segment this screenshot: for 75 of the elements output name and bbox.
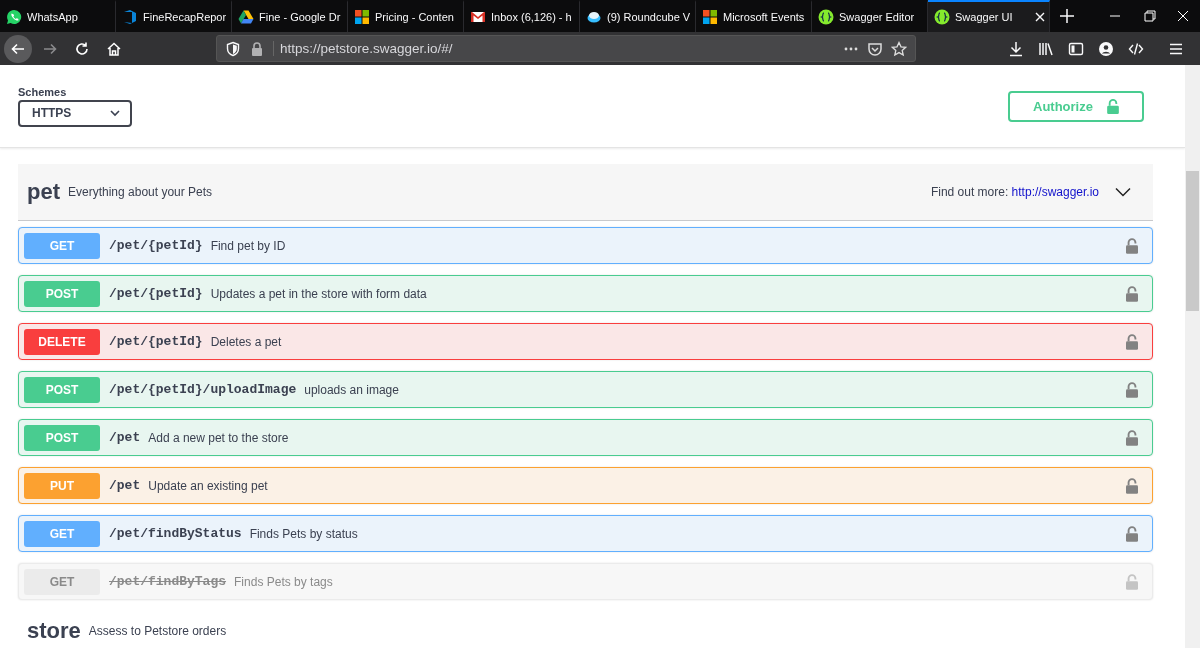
lock-icon[interactable] [1126,333,1138,350]
method-badge: GET [24,568,100,595]
method-badge: GET [24,232,100,259]
lock-icon[interactable] [1126,477,1138,494]
code-icon[interactable] [1128,40,1144,57]
lock-icon[interactable] [1126,237,1138,254]
section-title: pet [27,179,60,205]
endpoint-path: /pet [109,478,141,493]
schemes-dropdown[interactable]: HTTPS [18,99,132,127]
section-description: Everything about your Pets [68,185,213,199]
schemes-label: Schemes [18,85,68,98]
operation-summary: Finds Pets by status [249,526,359,541]
lock-icon[interactable] [1126,525,1138,542]
find-out-more-text: Find out more: http://swagger.io [930,185,1099,199]
operation-row[interactable]: POST /pet Add a new pet to the store [18,419,1153,456]
sidebar-icon[interactable] [1068,40,1084,57]
envelope-icon [470,9,486,25]
shield-icon[interactable] [225,40,241,57]
triangle-icon [238,9,254,25]
scrollbar-thumb[interactable] [1186,171,1199,311]
squares-icon [702,9,718,25]
address-bar[interactable]: https://petstore.swagger.io/#/ [216,35,916,62]
operation-summary: Find pet by ID [210,238,287,253]
method-badge: POST [24,424,100,451]
endpoint-path: /pet [109,430,141,445]
operation-row[interactable]: POST /pet/{petId} Updates a pet in the store with form data [18,275,1153,312]
operation-row[interactable]: POST /pet/{petId}/uploadImage uploads an image [18,371,1153,408]
chevron-down-icon[interactable] [110,108,120,118]
lock-icon[interactable] [1126,429,1138,446]
lock-icon[interactable] [1126,381,1138,398]
operation-summary: Finds Pets by tags [234,574,334,589]
endpoint-path: /pet/{petId} [109,334,203,349]
swagger-link[interactable]: http://swagger.io [1011,185,1099,199]
library-icon[interactable] [1038,40,1054,57]
method-badge: DELETE [24,328,100,355]
reload-icon[interactable] [74,40,90,57]
account-icon[interactable] [1098,40,1114,57]
plus-icon[interactable] [1060,9,1074,23]
section-description: Assess to Petstore orders [88,624,227,638]
squares-icon [354,9,370,25]
lock-icon[interactable] [249,40,265,57]
braces-icon [934,9,950,25]
back-button[interactable] [4,34,32,63]
endpoint-path: /pet/findByTags [109,574,227,589]
home-icon[interactable] [106,40,122,57]
operation-summary: Deletes a pet [210,334,283,349]
operation-summary: Add a new pet to the store [148,430,290,445]
chevron-down-icon[interactable] [1115,187,1131,197]
operation-row[interactable]: DELETE /pet/{petId} Deletes a pet [18,323,1153,360]
operation-summary: Updates a pet in the store with form data [210,286,428,301]
method-badge: POST [24,376,100,403]
endpoint-path: /pet/{petId} [109,238,203,253]
operation-row[interactable]: GET /pet/findByStatus Finds Pets by status [18,515,1153,552]
lock-icon[interactable] [1126,285,1138,302]
close-icon[interactable] [1035,12,1045,22]
operation-row[interactable]: PUT /pet Update an existing pet [18,467,1153,504]
section-header[interactable]: pet Everything about your Pets Find out more: http://swagger.io [18,164,1153,221]
chat-bubble-icon [6,9,22,25]
cloud-icon [586,9,602,25]
operation-summary: uploads an image [304,382,400,397]
operation-summary: Update an existing pet [148,478,269,493]
method-badge: GET [24,520,100,547]
browser-tab[interactable]: Swagger UI [928,0,1050,32]
endpoint-path: /pet/{petId} [109,286,203,301]
section-title: store [27,618,81,644]
endpoint-path: /pet/findByStatus [109,526,242,541]
star-icon[interactable] [891,40,907,57]
download-icon[interactable] [1008,40,1024,57]
operation-row[interactable]: GET /pet/{petId} Find pet by ID [18,227,1153,264]
pocket-icon[interactable] [867,40,883,57]
method-badge: POST [24,280,100,307]
method-badge: PUT [24,472,100,499]
url-text: https://petstore.swagger.io/#/ [273,41,835,56]
endpoint-path: /pet/{petId}/uploadImage [109,382,297,397]
braces-icon [818,9,834,25]
